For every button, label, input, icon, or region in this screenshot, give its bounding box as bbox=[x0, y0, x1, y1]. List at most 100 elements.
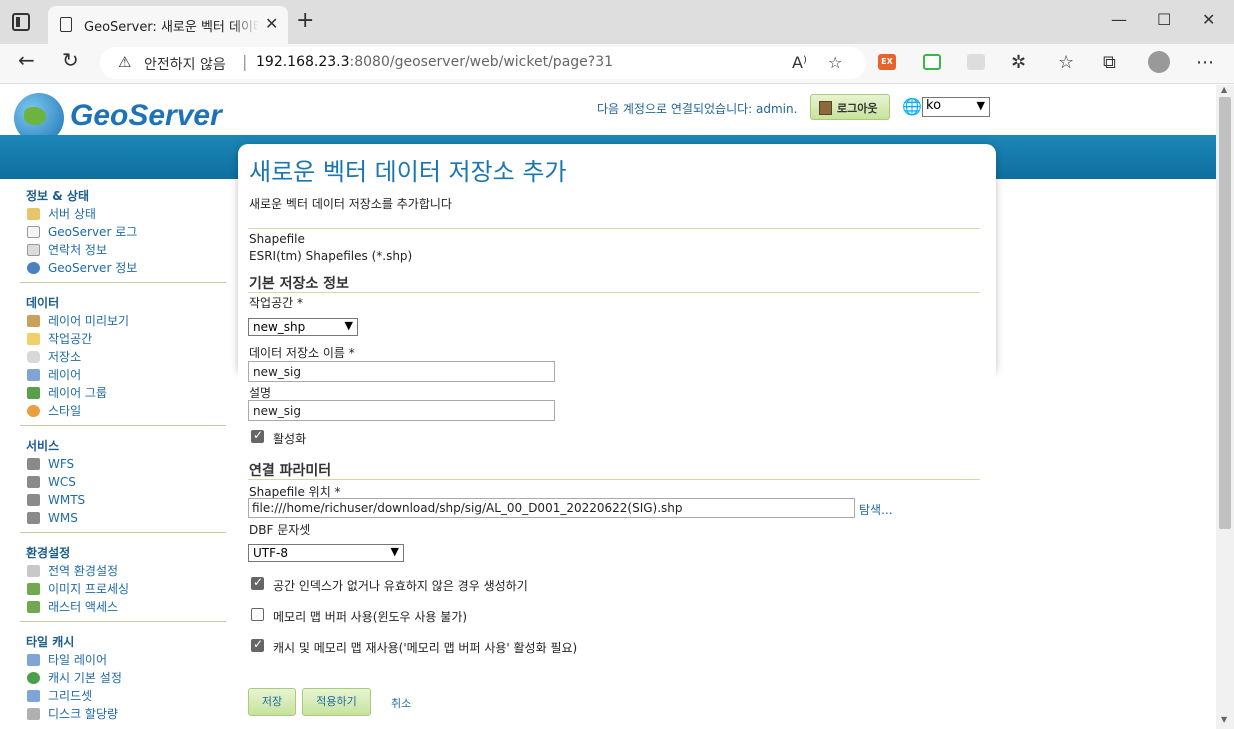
workspace-select[interactable]: new_shp ▼ bbox=[248, 318, 358, 336]
warning-icon: ⚠ bbox=[118, 53, 132, 71]
sidebar-item-gridsets[interactable]: 그리드셋 bbox=[20, 687, 226, 705]
favorites-icon[interactable]: ☆ bbox=[1058, 52, 1074, 73]
favorite-add-icon[interactable]: ☆ bbox=[828, 53, 842, 72]
settings-icon bbox=[27, 565, 40, 577]
sidebar-item-stores[interactable]: 저장소 bbox=[20, 348, 226, 366]
browser-tab-bar: GeoServer: 새로운 벡터 데이터 저장소 추가 ✕ + — ☐ ✕ bbox=[0, 0, 1234, 44]
collections-icon[interactable]: ⧉ bbox=[1103, 52, 1116, 73]
sidebar-section-services: 서비스 WFS WCS WMTS WMS bbox=[20, 435, 226, 533]
page-icon bbox=[60, 17, 72, 32]
sidebar-item-workspaces[interactable]: 작업공간 bbox=[20, 330, 226, 348]
save-button[interactable]: 저장 bbox=[248, 688, 296, 716]
minimize-icon[interactable]: — bbox=[1111, 10, 1127, 29]
refresh-icon[interactable]: ↻ bbox=[62, 50, 79, 70]
window-close-icon[interactable]: ✕ bbox=[1202, 10, 1215, 29]
url-text: 192.168.23.3:8080/geoserver/web/wicket/p… bbox=[256, 54, 614, 70]
scroll-up-icon[interactable]: ▲ bbox=[1221, 85, 1227, 94]
page-description: 새로운 벡터 데이터 저장소를 추가합니다 bbox=[249, 197, 452, 211]
sidebar-section-about: 정보 & 상태 서버 상태 GeoServer 로그 연락처 정보 GeoSer… bbox=[20, 185, 226, 283]
apply-button[interactable]: 적용하기 bbox=[302, 688, 371, 716]
enabled-label: 활성화 bbox=[273, 432, 307, 446]
memory-mapped-buffer-label: 메모리 맵 버퍼 사용(윈도우 사용 불가) bbox=[273, 610, 468, 624]
globe-cache-icon bbox=[27, 672, 40, 684]
sidebar-item-tile-layers[interactable]: 타일 레이어 bbox=[20, 651, 226, 669]
globe-icon: 🌐 bbox=[902, 97, 922, 116]
palette-icon bbox=[27, 405, 40, 417]
memory-mapped-buffer-checkbox[interactable] bbox=[251, 608, 264, 621]
sidebar-item-wms[interactable]: WMS bbox=[20, 509, 226, 527]
shapefile-location-input[interactable]: file:///home/richuser/download/shp/sig/A… bbox=[248, 498, 855, 518]
read-aloud-icon[interactable]: A⁾ bbox=[792, 53, 807, 72]
new-tab-icon[interactable]: + bbox=[296, 10, 314, 32]
sidebar-item-styles[interactable]: 스타일 bbox=[20, 402, 226, 420]
geoserver-logo[interactable]: GeoServer bbox=[70, 99, 222, 133]
sidebar-item-global[interactable]: 전역 환경설정 bbox=[20, 562, 226, 580]
sidebar-section-settings: 환경설정 전역 환경설정 이미지 프로세싱 래스터 액세스 bbox=[20, 542, 226, 622]
sidebar-item-contact[interactable]: 연락처 정보 bbox=[20, 241, 226, 259]
profile-avatar[interactable] bbox=[1148, 51, 1170, 73]
sidebar-item-image-processing[interactable]: 이미지 프로세싱 bbox=[20, 580, 226, 598]
sidebar-heading: 환경설정 bbox=[26, 546, 71, 560]
tile-layer-icon bbox=[27, 654, 40, 666]
database-icon bbox=[27, 351, 40, 363]
sidebar-item-raster-access[interactable]: 래스터 액세스 bbox=[20, 598, 226, 616]
tab-actions-icon[interactable] bbox=[12, 13, 30, 31]
disk-icon bbox=[27, 708, 40, 720]
scroll-down-icon[interactable]: ▼ bbox=[1221, 715, 1227, 724]
cancel-link[interactable]: 취소 bbox=[391, 695, 411, 711]
workspace-label: 작업공간 * bbox=[249, 296, 303, 310]
extension-ex-icon[interactable]: EX bbox=[878, 54, 896, 70]
sidebar-nav: 정보 & 상태 서버 상태 GeoServer 로그 연락처 정보 GeoSer… bbox=[20, 185, 226, 729]
maximize-icon[interactable]: ☐ bbox=[1157, 10, 1171, 29]
info-icon bbox=[27, 262, 40, 274]
sidebar-heading: 서비스 bbox=[26, 439, 60, 453]
sidebar-item-wcs[interactable]: WCS bbox=[20, 473, 226, 491]
more-menu-icon[interactable]: ⋯ bbox=[1196, 52, 1214, 73]
dbf-charset-label: DBF 문자셋 bbox=[249, 523, 311, 537]
page-scrollbar[interactable]: ▲ ▼ bbox=[1216, 85, 1234, 729]
sidebar-item-about[interactable]: GeoServer 정보 bbox=[20, 259, 226, 277]
description-input[interactable]: new_sig bbox=[248, 400, 555, 421]
logout-button[interactable]: 로그아웃 bbox=[810, 94, 890, 120]
back-icon[interactable]: ← bbox=[18, 50, 35, 70]
create-spatial-index-checkbox[interactable] bbox=[251, 575, 264, 590]
sidebar-item-logs[interactable]: GeoServer 로그 bbox=[20, 223, 226, 241]
cache-reuse-label: 캐시 및 메모리 맵 재사용('메모리 맵 버퍼 사용' 활성화 필요) bbox=[273, 641, 578, 655]
sidebar-item-layers[interactable]: 레이어 bbox=[20, 366, 226, 384]
extension-green-icon[interactable] bbox=[923, 54, 941, 70]
sidebar-item-server-status[interactable]: 서버 상태 bbox=[20, 205, 226, 223]
contact-icon bbox=[27, 244, 40, 256]
sidebar-item-layer-groups[interactable]: 레이어 그룹 bbox=[20, 384, 226, 402]
cache-reuse-checkbox[interactable] bbox=[251, 637, 264, 652]
layer-preview-icon bbox=[27, 315, 40, 327]
sidebar-item-wfs[interactable]: WFS bbox=[20, 455, 226, 473]
language-select[interactable]: ko ▼ bbox=[922, 97, 990, 117]
sidebar-item-layer-preview[interactable]: 레이어 미리보기 bbox=[20, 312, 226, 330]
service-icon bbox=[27, 476, 40, 488]
divider bbox=[248, 228, 980, 229]
divider bbox=[248, 479, 980, 480]
sidebar-item-caching-defaults[interactable]: 캐시 기본 설정 bbox=[20, 669, 226, 687]
browser-tab[interactable]: GeoServer: 새로운 벡터 데이터 저장소 추가 ✕ bbox=[48, 6, 288, 44]
sidebar-item-wmts[interactable]: WMTS bbox=[20, 491, 226, 509]
grid-icon bbox=[27, 690, 40, 702]
store-name-input[interactable]: new_sig bbox=[248, 361, 555, 382]
close-tab-icon[interactable]: ✕ bbox=[265, 14, 278, 33]
service-icon bbox=[27, 512, 40, 524]
divider bbox=[248, 292, 980, 293]
enabled-checkbox[interactable] bbox=[251, 428, 264, 443]
extension-gray-icon[interactable] bbox=[967, 54, 985, 70]
extensions-icon[interactable]: ✲ bbox=[1011, 52, 1026, 73]
folder-icon bbox=[27, 333, 40, 345]
url-separator: | bbox=[242, 52, 248, 71]
security-label: 안전하지 않음 bbox=[144, 57, 226, 73]
sidebar-item-disk-quota[interactable]: 디스크 할당량 bbox=[20, 705, 226, 723]
service-icon bbox=[27, 494, 40, 506]
service-icon bbox=[27, 458, 40, 470]
address-bar[interactable]: ⚠ 안전하지 않음 | 192.168.23.3:8080/geoserver/… bbox=[100, 47, 866, 79]
dbf-charset-select[interactable]: UTF-8 ▼ bbox=[248, 544, 404, 562]
layer-icon bbox=[27, 369, 40, 381]
browse-link[interactable]: 탐색... bbox=[859, 501, 893, 518]
browser-nav-bar: ← ↻ ⚠ 안전하지 않음 | 192.168.23.3:8080/geoser… bbox=[0, 44, 1234, 84]
scroll-thumb[interactable] bbox=[1219, 97, 1231, 529]
